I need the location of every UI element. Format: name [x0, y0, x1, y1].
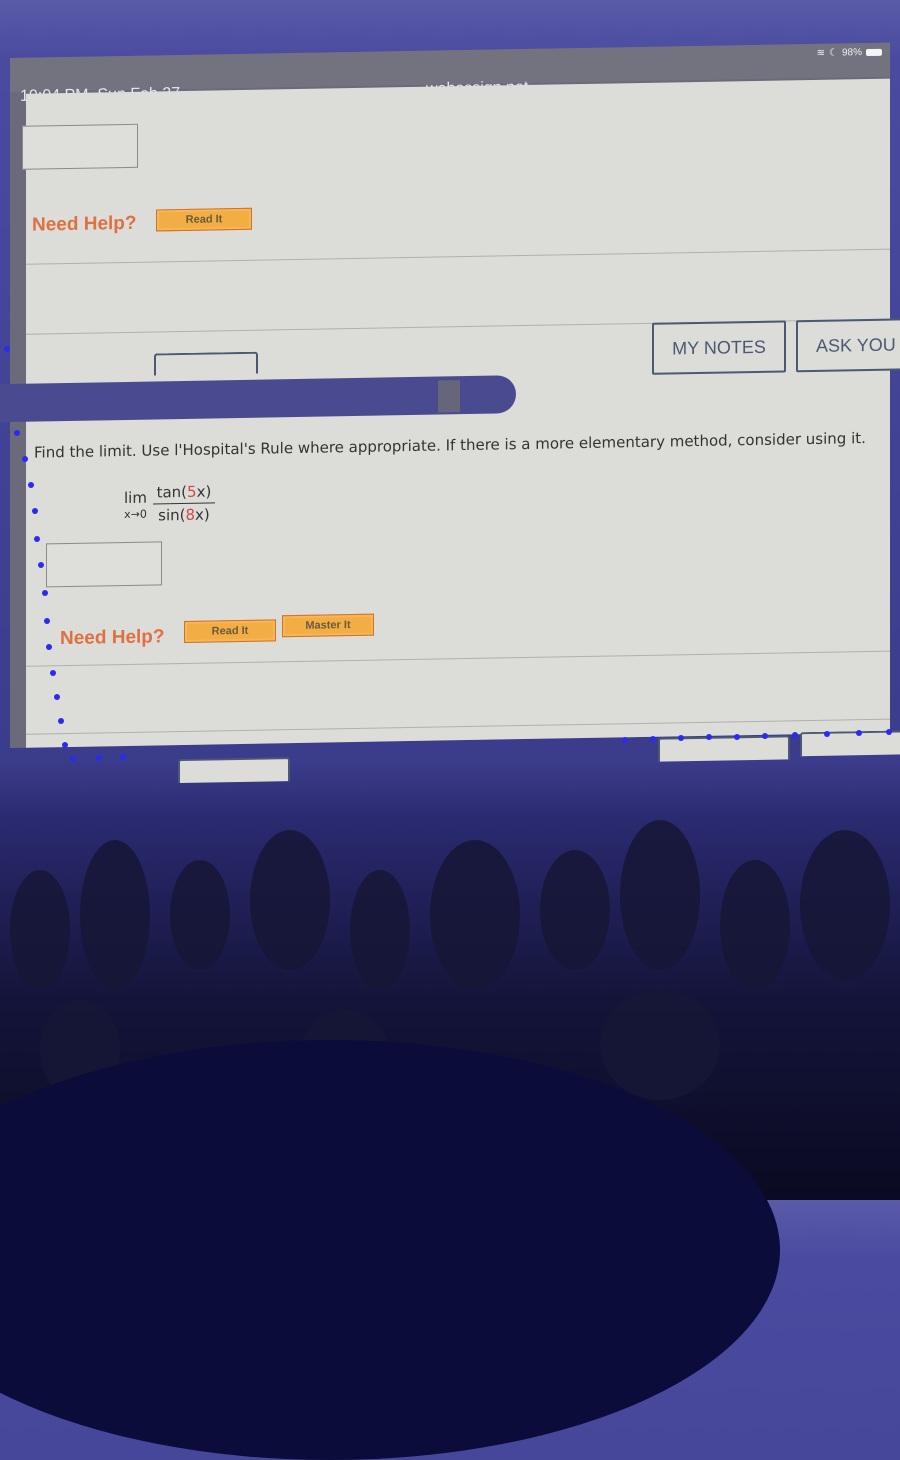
redaction-chip — [438, 380, 460, 413]
next-ask-button[interactable] — [800, 730, 900, 757]
limit-operator: lim x→0 — [124, 488, 147, 521]
numerator: tan(5x) — [156, 482, 212, 502]
status-indicators: ≋ ☾ 98% — [817, 47, 882, 59]
moon-icon: ☾ — [829, 47, 838, 59]
battery-percent: 98% — [841, 47, 862, 59]
master-it-button[interactable]: Master It — [282, 613, 374, 638]
battery-icon — [866, 48, 882, 57]
denominator: sin(8x) — [158, 505, 210, 525]
ask-your-teacher-button[interactable]: ASK YOU — [796, 318, 900, 373]
divider — [26, 650, 890, 667]
read-it-button[interactable]: Read It — [184, 619, 276, 643]
question-tab[interactable] — [154, 351, 258, 376]
read-it-button[interactable]: Read It — [156, 207, 252, 232]
wifi-icon: ≋ — [816, 47, 826, 59]
need-help-label: Need Help? — [32, 212, 137, 236]
divider — [26, 718, 890, 735]
previous-answer-input[interactable] — [22, 123, 138, 170]
next-question-tab[interactable] — [178, 757, 290, 784]
limit-expression: lim x→0 tan(5x) sin(8x) — [124, 482, 215, 525]
webassign-page: Need Help? Read It MY NOTES ASK YOU Find… — [0, 78, 900, 784]
fraction-bar — [152, 502, 215, 505]
tablet-screen: ≋ ☾ 98% 10:04 PM Sun Feb 27 webassign.ne… — [0, 42, 900, 784]
answer-input[interactable] — [46, 541, 162, 588]
my-notes-button[interactable]: MY NOTES — [652, 320, 786, 375]
need-help-label: Need Help? — [60, 626, 165, 650]
fraction: tan(5x) sin(8x) — [152, 482, 215, 525]
question-prompt: Find the limit. Use l'Hospital's Rule wh… — [34, 429, 866, 462]
divider — [26, 248, 890, 265]
